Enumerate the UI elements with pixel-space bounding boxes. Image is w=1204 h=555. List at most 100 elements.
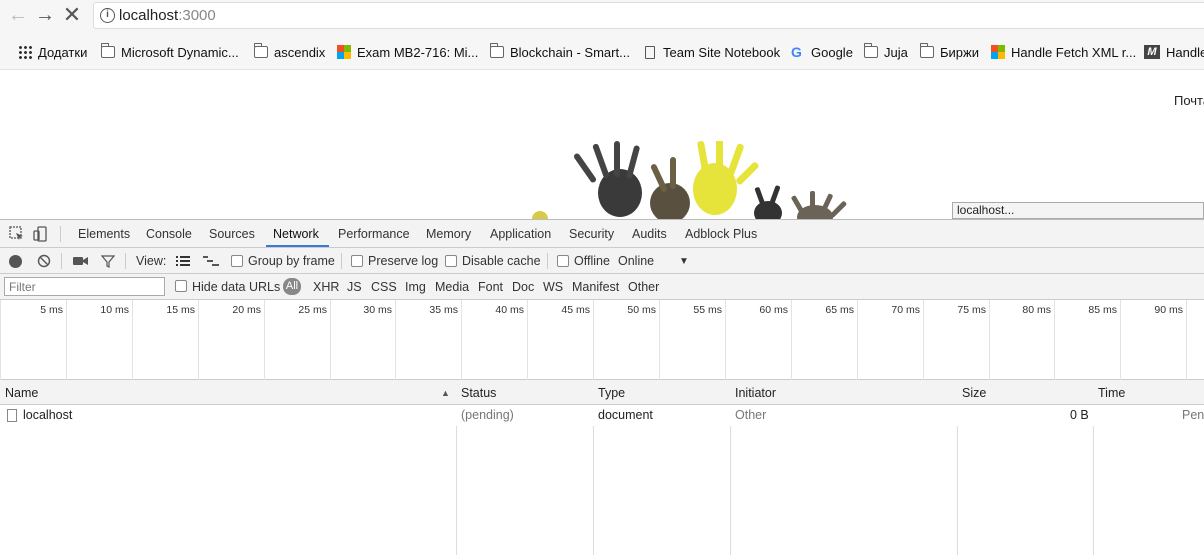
timeline-gridline [791,300,792,380]
tab-application[interactable]: Application [490,227,551,241]
timeline-gridline [132,300,133,380]
timeline-tick-label: 30 ms [363,304,392,316]
throttling-select[interactable]: Online [618,254,654,268]
timeline-tick-label: 15 ms [166,304,195,316]
timeline-gridline [1186,300,1187,380]
apps-grid-icon [18,45,32,59]
group-by-frame-checkbox[interactable] [231,255,243,267]
preserve-log-checkbox[interactable] [351,255,363,267]
bookmark-handle-fetch[interactable]: Handle Fetch XML r... [991,43,1136,61]
tab-audits[interactable]: Audits [632,227,667,241]
stop-loading-icon[interactable]: ✕ [60,3,84,27]
filter-css[interactable]: CSS [371,280,397,294]
filter-font[interactable]: Font [478,280,503,294]
bookmark-label: Juja [884,44,908,60]
timeline-tick-label: 40 ms [495,304,524,316]
folder-icon [864,43,878,58]
column-header-initiator[interactable]: Initiator [735,386,776,400]
large-rows-view-icon[interactable] [176,255,190,267]
tab-network[interactable]: Network [273,227,319,241]
info-icon[interactable]: i [100,8,115,23]
filter-xhr[interactable]: XHR [313,280,339,294]
view-label: View: [136,254,167,268]
request-initiator: Other [735,408,767,422]
devtools-panel: Elements Console Sources Network Perform… [0,219,1204,555]
bookmark-juja[interactable]: Juja [864,43,908,61]
table-header: Name ▲ Status Type Initiator Size Time [0,380,1204,405]
table-row[interactable]: localhost (pending) document Other 0 B P… [0,405,1204,426]
offline-checkbox[interactable] [557,255,569,267]
column-header-type[interactable]: Type [598,386,625,400]
bookmark-team-site[interactable]: Team Site Notebook [645,43,780,61]
timeline-tick-label: 85 ms [1088,304,1117,316]
bookmark-ascendix[interactable]: ascendix [254,43,325,61]
record-icon[interactable] [9,255,22,268]
device-toolbar-icon[interactable] [32,225,50,243]
back-arrow-icon[interactable]: ← [6,3,30,27]
filter-manifest[interactable]: Manifest [572,280,619,294]
column-header-status[interactable]: Status [461,386,496,400]
filter-funnel-icon[interactable] [101,254,115,268]
request-time: Pen [1182,408,1204,422]
timeline-gridline [264,300,265,380]
sort-ascending-icon[interactable]: ▲ [441,388,450,398]
timeline-gridline [857,300,858,380]
bookmark-handle[interactable]: M Handle [1144,43,1204,61]
filter-js[interactable]: JS [347,280,362,294]
filter-all-button[interactable]: All [283,278,301,295]
timeline-gridline [198,300,199,380]
filter-img[interactable]: Img [405,280,426,294]
timeline-tick-label: 80 ms [1022,304,1051,316]
timeline-tick-label: 55 ms [693,304,722,316]
bookmark-microsoft-dynamics[interactable]: Microsoft Dynamic... [101,43,239,61]
timeline-tick-label: 45 ms [561,304,590,316]
forward-arrow-icon[interactable]: → [33,3,57,27]
address-bar-row: ← → ✕ i localhost:3000 [0,0,1204,32]
bookmark-google[interactable]: G Google [791,43,853,61]
tab-sources[interactable]: Sources [209,227,255,241]
hands-logo-image [532,141,847,219]
dropdown-arrow-icon[interactable]: ▼ [679,256,689,267]
network-requests-table: Name ▲ Status Type Initiator Size Time l… [0,380,1204,555]
url-bar[interactable]: i localhost:3000 [93,2,1204,29]
filter-media[interactable]: Media [435,280,469,294]
clear-icon[interactable] [37,254,51,268]
folder-icon [254,43,268,58]
waterfall-view-icon[interactable] [203,255,219,267]
bookmark-blockchain[interactable]: Blockchain - Smart... [490,43,630,61]
column-header-time[interactable]: Time [1098,386,1125,400]
hide-data-urls-checkbox[interactable] [175,280,187,292]
bookmark-label: Google [811,44,853,60]
timeline-tick-label: 50 ms [627,304,656,316]
bookmark-exam[interactable]: Exam MB2-716: Mi... [337,43,478,61]
tab-adblock-plus[interactable]: Adblock Plus [685,227,757,241]
filter-ws[interactable]: WS [543,280,563,294]
tab-performance[interactable]: Performance [338,227,410,241]
page-content: Почта localhost... [0,71,1204,219]
column-header-size[interactable]: Size [962,386,986,400]
timeline-gridline [0,300,1,380]
bookmark-label: Додатки [38,44,88,60]
filter-input[interactable] [4,277,165,296]
disable-cache-checkbox[interactable] [445,255,457,267]
folder-icon [101,43,115,58]
url-port: :3000 [178,7,216,24]
tab-elements[interactable]: Elements [78,227,130,241]
tab-console[interactable]: Console [146,227,192,241]
column-header-name[interactable]: Name [5,386,38,400]
bookmark-label: Handle [1166,44,1204,60]
mail-link[interactable]: Почта [1174,93,1204,108]
bookmark-birzhi[interactable]: Биржи [920,43,979,61]
timeline-tick-label: 60 ms [759,304,788,316]
filter-doc[interactable]: Doc [512,280,534,294]
tab-memory[interactable]: Memory [426,227,471,241]
tab-security[interactable]: Security [569,227,614,241]
network-overview-timeline[interactable]: 5 ms 10 ms 15 ms 20 ms 25 ms 30 ms 35 ms 40 ms 4… [0,300,1204,380]
filter-other[interactable]: Other [628,280,659,294]
bookmark-label: Blockchain - Smart... [510,44,630,60]
network-toolbar: View: Group by frame Preserve log Disabl… [0,248,1204,274]
inspect-element-icon[interactable] [8,225,26,243]
video-camera-icon[interactable] [73,255,89,267]
bookmark-apps[interactable]: Додатки [18,43,87,61]
microsoft-icon [991,45,1005,59]
